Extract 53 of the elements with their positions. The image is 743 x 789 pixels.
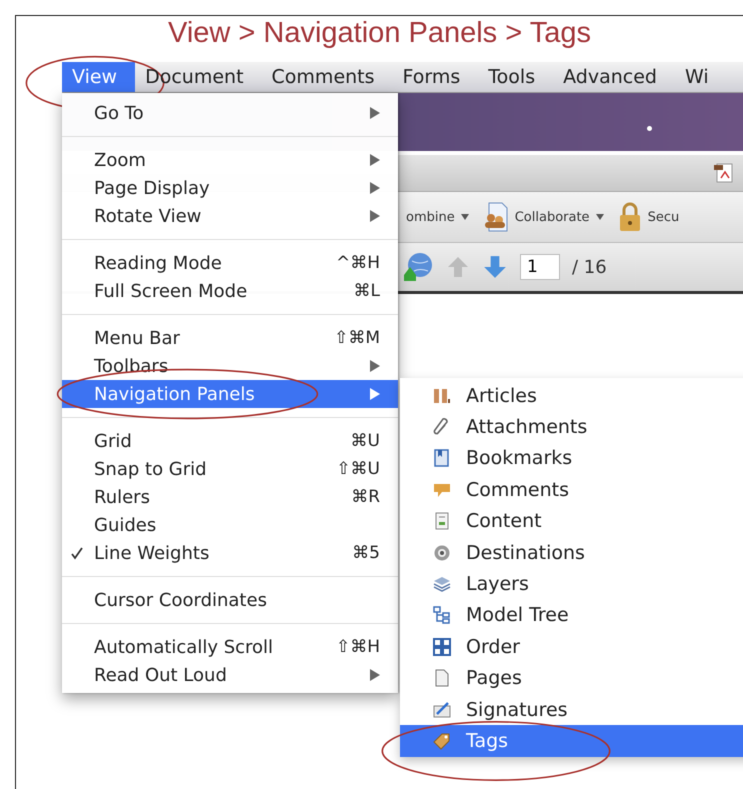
- menu-item[interactable]: Full Screen Mode ⌘L: [62, 277, 398, 305]
- menu-title[interactable]: Advanced: [553, 62, 675, 92]
- down-arrow-icon[interactable]: [482, 254, 508, 280]
- menu-item[interactable]: Line Weights ⌘5: [62, 539, 398, 567]
- menu-item[interactable]: Zoom: [62, 146, 398, 174]
- grid-icon: [432, 636, 452, 657]
- toolbar-button[interactable]: Secu: [616, 200, 682, 234]
- menu-item[interactable]: Tags: [400, 725, 743, 757]
- tag-icon: [432, 730, 452, 751]
- up-arrow-icon[interactable]: [446, 255, 470, 279]
- menu-title[interactable]: Wi: [674, 62, 727, 92]
- menu-item[interactable]: Bookmarks: [400, 442, 743, 474]
- document-people-icon: [482, 202, 509, 232]
- layers-icon: [432, 574, 452, 594]
- menu-title[interactable]: Forms: [392, 62, 478, 92]
- menu-item[interactable]: Attachments: [400, 411, 743, 443]
- tree-icon: [432, 605, 452, 626]
- menu-item[interactable]: Model Tree: [400, 600, 743, 632]
- pdf-file-icon: [713, 162, 735, 184]
- toolbar-button[interactable]: Collaborate: [480, 200, 606, 234]
- globe-icon[interactable]: [402, 251, 434, 283]
- menu-item[interactable]: Rotate View: [62, 202, 398, 230]
- menu-item[interactable]: Grid ⌘U: [62, 427, 398, 455]
- toolbar-button[interactable]: ombine: [404, 208, 471, 226]
- menu-item[interactable]: Menu Bar ⇧⌘M: [62, 324, 398, 352]
- menu-item[interactable]: Guides: [62, 511, 398, 539]
- menu-item[interactable]: Go To: [62, 99, 398, 127]
- menu-item[interactable]: Articles: [400, 380, 743, 412]
- menu-item[interactable]: Order: [400, 631, 743, 663]
- pen-icon: [432, 700, 452, 720]
- menu-item[interactable]: Snap to Grid ⇧⌘U: [62, 455, 398, 483]
- menu-title[interactable]: View: [62, 62, 136, 92]
- star-dot: [647, 126, 652, 131]
- menu-title[interactable]: Tools: [478, 62, 554, 92]
- page-title: View > Navigation Panels > Tags: [167, 16, 592, 51]
- menu-item[interactable]: Destinations: [400, 536, 743, 568]
- menu-item[interactable]: Navigation Panels: [62, 380, 398, 408]
- bookmark-icon: [432, 448, 452, 468]
- menu-item[interactable]: Signatures: [400, 694, 743, 726]
- menu-title[interactable]: Comments: [262, 62, 393, 92]
- menu-item[interactable]: Content: [400, 506, 743, 537]
- menu-item[interactable]: Pages: [400, 662, 743, 694]
- menu-item[interactable]: Read Out Loud: [62, 661, 398, 689]
- page-count: / 16: [572, 256, 607, 278]
- menu-item[interactable]: Layers: [400, 568, 743, 600]
- page-number-field[interactable]: 1: [520, 254, 560, 280]
- padlock-icon: [618, 202, 642, 232]
- menu-item[interactable]: Comments: [400, 474, 743, 506]
- menu-item[interactable]: Automatically Scroll ⇧⌘H: [62, 633, 398, 661]
- menu-item[interactable]: Page Display: [62, 174, 398, 202]
- menu-item[interactable]: Cursor Coordinates: [62, 586, 398, 614]
- menu-item[interactable]: Reading Mode ^⌘H: [62, 249, 398, 277]
- menu-item[interactable]: Rulers ⌘R: [62, 483, 398, 511]
